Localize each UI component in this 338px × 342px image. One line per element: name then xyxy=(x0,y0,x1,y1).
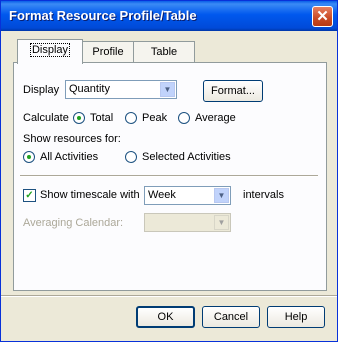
display-combo[interactable]: Quantity ▼ xyxy=(65,80,177,99)
calculate-peak-radio[interactable] xyxy=(125,112,137,124)
selected-activities-radio[interactable] xyxy=(125,151,137,163)
all-activities-radio[interactable] xyxy=(23,151,35,163)
display-tab-panel: Display Quantity ▼ Format... Calculate T… xyxy=(13,62,327,291)
calculate-total-label[interactable]: Total xyxy=(90,112,113,124)
close-icon[interactable]: ✕ xyxy=(312,6,333,27)
calculate-label: Calculate xyxy=(23,112,69,124)
separator xyxy=(20,175,318,177)
show-timescale-label[interactable]: Show timescale with xyxy=(40,189,140,201)
ok-button[interactable]: OK xyxy=(136,306,195,328)
show-resources-label: Show resources for: xyxy=(23,133,121,145)
tab-table[interactable]: Table xyxy=(133,41,195,62)
window-title: Format Resource Profile/Table xyxy=(9,8,197,23)
cancel-button[interactable]: Cancel xyxy=(202,306,260,328)
footer-separator xyxy=(1,295,337,297)
interval-combo[interactable]: Week ▼ xyxy=(144,186,231,205)
tab-profile[interactable]: Profile xyxy=(80,41,136,62)
all-activities-label[interactable]: All Activities xyxy=(40,151,98,163)
calculate-peak-label[interactable]: Peak xyxy=(142,112,167,124)
display-combo-value: Quantity xyxy=(69,83,110,95)
show-timescale-checkbox[interactable]: ✓ xyxy=(23,189,36,202)
title-bar[interactable]: Format Resource Profile/Table ✕ xyxy=(1,1,337,31)
tab-display[interactable]: Display xyxy=(17,39,83,64)
chevron-down-icon[interactable]: ▼ xyxy=(160,82,175,97)
format-button[interactable]: Format... xyxy=(203,80,263,102)
chevron-down-icon: ▼ xyxy=(214,215,229,230)
help-button[interactable]: Help xyxy=(267,306,325,328)
dialog-window: Format Resource Profile/Table ✕ Display … xyxy=(0,0,338,342)
selected-activities-label[interactable]: Selected Activities xyxy=(142,151,231,163)
tab-profile-label: Profile xyxy=(92,46,124,58)
averaging-calendar-combo: ▼ xyxy=(144,213,231,232)
calculate-average-label[interactable]: Average xyxy=(195,112,236,124)
tab-table-label: Table xyxy=(150,46,178,58)
chevron-down-icon[interactable]: ▼ xyxy=(214,188,229,203)
display-label: Display xyxy=(23,84,60,96)
calculate-total-radio[interactable] xyxy=(73,112,85,124)
calculate-average-radio[interactable] xyxy=(178,112,190,124)
averaging-calendar-label: Averaging Calendar: xyxy=(23,217,124,229)
intervals-label: intervals xyxy=(243,189,284,201)
tab-display-label: Display xyxy=(29,43,71,57)
interval-combo-value: Week xyxy=(148,189,176,201)
